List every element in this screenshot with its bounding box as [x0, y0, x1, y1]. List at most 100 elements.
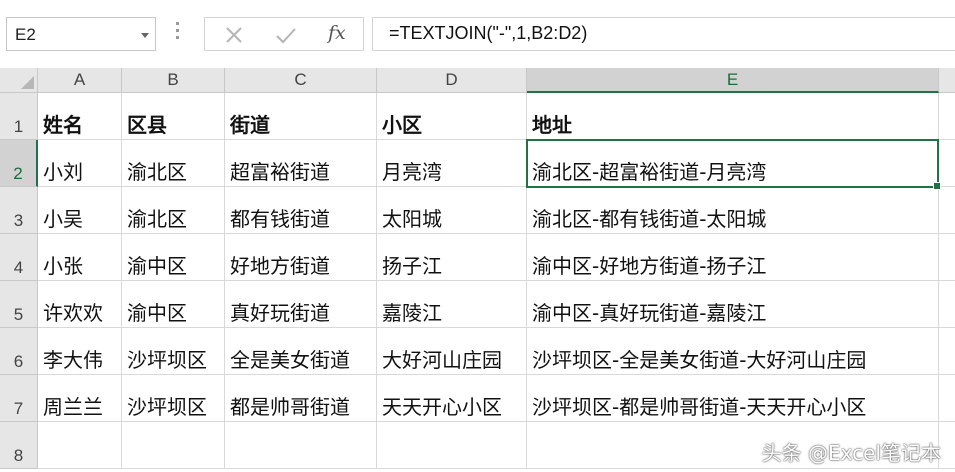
cell-value: 小刘 [43, 160, 83, 184]
cancel-button[interactable] [219, 20, 249, 50]
row-number: 8 [13, 446, 24, 465]
cell-value: 嘉陵江 [382, 301, 442, 325]
cell-e5[interactable]: 渝中区-真好玩街道-嘉陵江 [527, 281, 939, 328]
cell-c6[interactable]: 全是美女街道 [225, 328, 377, 375]
cell-e7[interactable]: 沙坪坝区-都是帅哥街道-天天开心小区 [527, 375, 939, 422]
cell-d6[interactable]: 大好河山庄园 [377, 328, 527, 375]
cell-d1[interactable]: 小区 [377, 93, 527, 140]
cell-b4[interactable]: 渝中区 [122, 234, 225, 281]
row-header-5[interactable]: 5 [0, 281, 38, 328]
cell-f4[interactable] [939, 234, 955, 281]
formula-text: =TEXTJOIN("-",1,B2:D2) [389, 23, 588, 43]
cell-f7[interactable] [939, 375, 955, 422]
cell-b5[interactable]: 渝中区 [122, 281, 225, 328]
cell-d8[interactable] [377, 422, 527, 469]
cell-value: 地址 [532, 113, 572, 137]
cell-c4[interactable]: 好地方街道 [225, 234, 377, 281]
column-header-c[interactable]: C [225, 68, 377, 93]
cell-b7[interactable]: 沙坪坝区 [122, 375, 225, 422]
cell-c2[interactable]: 超富裕街道 [225, 140, 377, 187]
cell-value: 渝中区-真好玩街道-嘉陵江 [532, 301, 767, 325]
cell-a7[interactable]: 周兰兰 [38, 375, 122, 422]
cell-a5[interactable]: 许欢欢 [38, 281, 122, 328]
cell-a8[interactable] [38, 422, 122, 469]
cell-e3[interactable]: 渝北区-都有钱街道-太阳城 [527, 187, 939, 234]
cell-e1[interactable]: 地址 [527, 93, 939, 140]
cell-d4[interactable]: 扬子江 [377, 234, 527, 281]
select-all-button[interactable] [0, 68, 38, 93]
cell-f8[interactable] [939, 422, 955, 469]
cell-value: 沙坪坝区-都是帅哥街道-天天开心小区 [532, 395, 867, 419]
cell-value: 姓名 [43, 113, 83, 137]
cell-value: 超富裕街道 [230, 160, 330, 184]
cell-d3[interactable]: 太阳城 [377, 187, 527, 234]
cell-value: 太阳城 [382, 207, 442, 231]
check-icon [276, 28, 296, 44]
fx-icon: fx [328, 22, 346, 44]
column-header-b[interactable]: B [122, 68, 225, 93]
cell-c8[interactable] [225, 422, 377, 469]
row-header-6[interactable]: 6 [0, 328, 38, 375]
column-header-d[interactable]: D [377, 68, 527, 93]
cell-d2[interactable]: 月亮湾 [377, 140, 527, 187]
cell-e6[interactable]: 沙坪坝区-全是美女街道-大好河山庄园 [527, 328, 939, 375]
drag-handle-icon[interactable] [176, 22, 180, 44]
name-box[interactable]: E2 [6, 17, 156, 51]
cell-b2[interactable]: 渝北区 [122, 140, 225, 187]
cell-b1[interactable]: 区县 [122, 93, 225, 140]
enter-button[interactable] [271, 20, 301, 50]
cell-f1[interactable] [939, 93, 955, 140]
cell-c7[interactable]: 都是帅哥街道 [225, 375, 377, 422]
cell-value: 渝北区 [127, 207, 187, 231]
row-header-7[interactable]: 7 [0, 375, 38, 422]
formula-input[interactable]: =TEXTJOIN("-",1,B2:D2) [372, 17, 955, 51]
row-header-3[interactable]: 3 [0, 187, 38, 234]
cell-value: 大好河山庄园 [382, 348, 502, 372]
cell-value: 渝中区-好地方街道-扬子江 [532, 254, 767, 278]
cell-value: 沙坪坝区-全是美女街道-大好河山庄园 [532, 348, 867, 372]
row-header-2[interactable]: 2 [0, 140, 38, 187]
cell-a3[interactable]: 小吴 [38, 187, 122, 234]
formula-bar-area: E2 fx =TEXTJOIN("-",1,B2:D2) [0, 0, 955, 68]
cell-a1[interactable]: 姓名 [38, 93, 122, 140]
cell-a2[interactable]: 小刘 [38, 140, 122, 187]
cell-f2[interactable] [939, 140, 955, 187]
cell-d5[interactable]: 嘉陵江 [377, 281, 527, 328]
cell-e2[interactable]: 渝北区-超富裕街道-月亮湾 [527, 140, 939, 187]
cell-d7[interactable]: 天天开心小区 [377, 375, 527, 422]
cell-f5[interactable] [939, 281, 955, 328]
cell-value: 李大伟 [43, 348, 103, 372]
cell-value: 都是帅哥街道 [230, 395, 350, 419]
cell-e4[interactable]: 渝中区-好地方街道-扬子江 [527, 234, 939, 281]
row-number: 1 [13, 117, 24, 136]
row-number: 6 [13, 352, 24, 371]
cell-b6[interactable]: 沙坪坝区 [122, 328, 225, 375]
cell-value: 渝中区 [127, 301, 187, 325]
cell-a4[interactable]: 小张 [38, 234, 122, 281]
column-header-e[interactable]: E [527, 68, 939, 93]
cell-f6[interactable] [939, 328, 955, 375]
x-icon [226, 27, 242, 43]
watermark: 头条 @Excel笔记本 [761, 441, 941, 465]
row-header-8[interactable]: 8 [0, 422, 38, 469]
cell-a6[interactable]: 李大伟 [38, 328, 122, 375]
fill-handle[interactable] [933, 182, 941, 190]
cell-value: 周兰兰 [43, 395, 103, 419]
cell-c5[interactable]: 真好玩街道 [225, 281, 377, 328]
insert-function-button[interactable]: fx [323, 20, 353, 50]
cell-value: 扬子江 [382, 254, 442, 278]
column-header-f[interactable] [939, 68, 955, 93]
chevron-down-icon[interactable] [141, 33, 149, 38]
row-header-4[interactable]: 4 [0, 234, 38, 281]
cell-value: 渝中区 [127, 254, 187, 278]
cell-b3[interactable]: 渝北区 [122, 187, 225, 234]
cell-value: 小吴 [43, 207, 83, 231]
cell-value: 真好玩街道 [230, 301, 330, 325]
row-header-1[interactable]: 1 [0, 93, 38, 140]
cell-c3[interactable]: 都有钱街道 [225, 187, 377, 234]
cell-c1[interactable]: 街道 [225, 93, 377, 140]
cell-f3[interactable] [939, 187, 955, 234]
cell-b8[interactable] [122, 422, 225, 469]
column-header-a[interactable]: A [38, 68, 122, 93]
row-number: 5 [13, 305, 24, 324]
